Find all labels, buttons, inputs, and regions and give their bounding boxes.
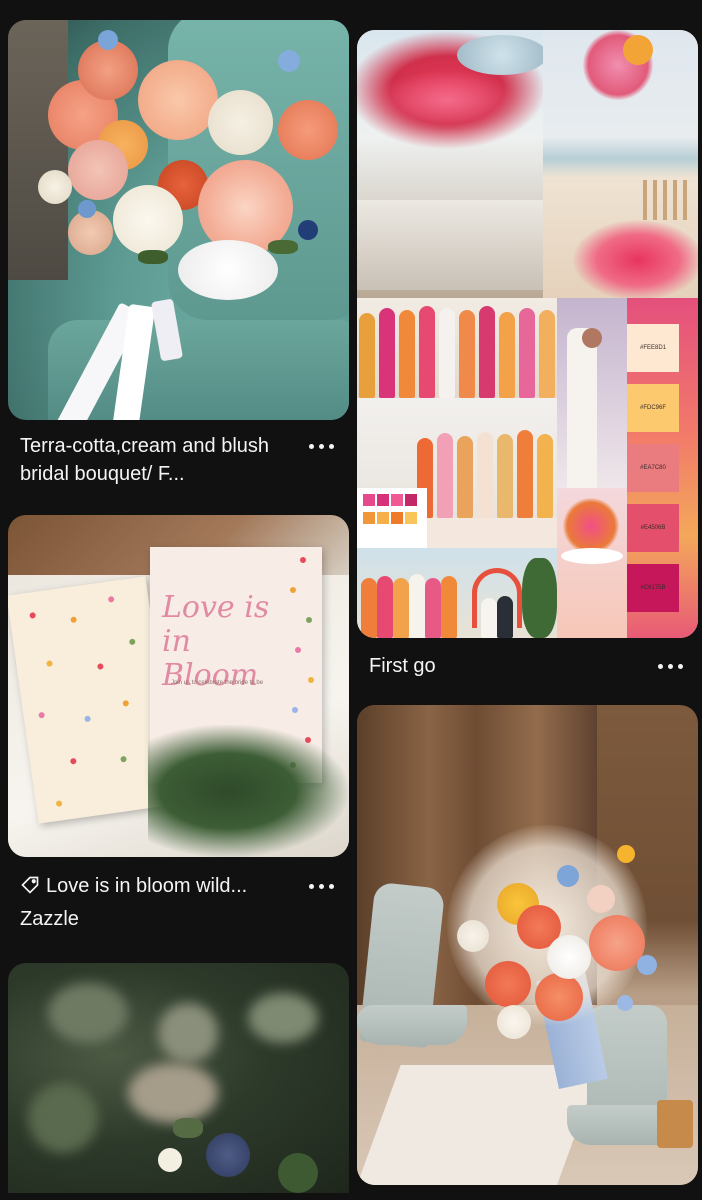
dot-icon bbox=[308, 443, 314, 449]
pin-title: Love is in bloom wild... bbox=[46, 875, 248, 897]
palette-swatch: #EA7C80 bbox=[627, 444, 679, 492]
palette-swatch: #C6175B bbox=[627, 564, 679, 612]
tag-icon bbox=[21, 876, 39, 894]
invitation-title: Love is in Bloom bbox=[162, 590, 270, 693]
pin-image-bridal-bouquet[interactable] bbox=[8, 20, 349, 420]
pin-title-row[interactable]: Love is in bloom wild... bbox=[8, 872, 349, 900]
dot-icon bbox=[667, 663, 673, 669]
pin-image-invitation[interactable]: Love is in Bloom Join us to celebrate th… bbox=[8, 515, 349, 857]
dot-icon bbox=[657, 663, 663, 669]
pin-image-boots-bouquet[interactable] bbox=[357, 705, 698, 1185]
more-options-button[interactable] bbox=[303, 874, 339, 898]
more-options-button[interactable] bbox=[652, 654, 688, 678]
pin-source[interactable]: Zazzle bbox=[20, 908, 79, 931]
pin-image-wildflowers[interactable] bbox=[8, 963, 349, 1193]
pin-caption-1: Terra-cotta,cream and blush bridal bouqu… bbox=[8, 432, 349, 488]
palette-swatch: #FDC96F bbox=[627, 384, 679, 432]
pin-image-wedding-collage[interactable]: #FEE8D1 #FDC96F #EA7C80 #E4506B #C6175B bbox=[357, 30, 698, 638]
pin-title[interactable]: Terra-cotta,cream and blush bridal bouqu… bbox=[8, 432, 349, 488]
dot-icon bbox=[308, 883, 314, 889]
pin-caption-4: First go bbox=[357, 652, 698, 680]
dot-icon bbox=[328, 443, 334, 449]
invitation-details: Join us to celebrate the bride to be bbox=[170, 680, 264, 686]
dot-icon bbox=[318, 443, 324, 449]
pin-title[interactable]: First go bbox=[357, 652, 698, 680]
dot-icon bbox=[677, 663, 683, 669]
palette-swatch: #E4506B bbox=[627, 504, 679, 552]
palette-swatch: #FEE8D1 bbox=[627, 324, 679, 372]
pin-caption-2: Love is in bloom wild... bbox=[8, 872, 349, 900]
dot-icon bbox=[318, 883, 324, 889]
dot-icon bbox=[328, 883, 334, 889]
more-options-button[interactable] bbox=[303, 434, 339, 458]
